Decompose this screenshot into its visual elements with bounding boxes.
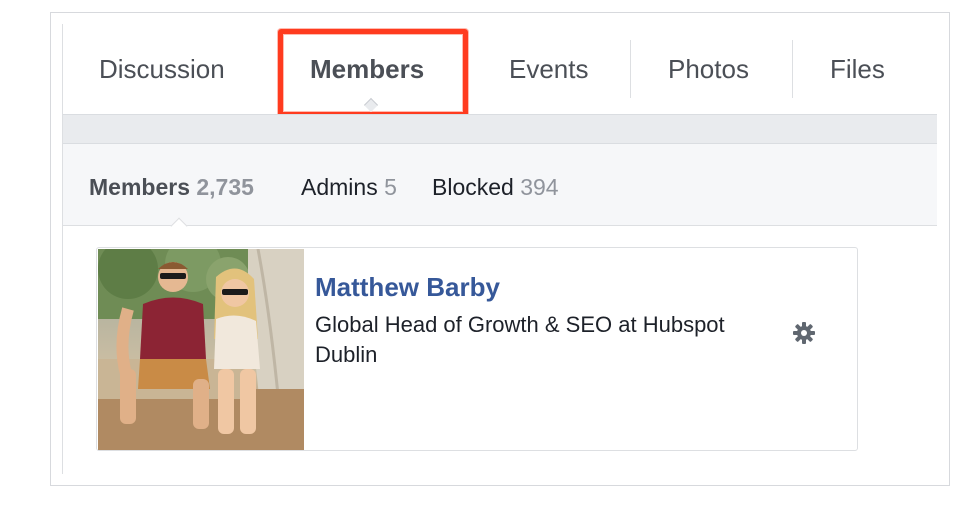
member-photo[interactable] [98, 249, 304, 450]
tab-divider [792, 40, 793, 98]
tab-divider [630, 40, 631, 98]
subnav-admins-label: Admins [301, 174, 378, 200]
member-card: Matthew Barby Global Head of Growth & SE… [96, 247, 858, 451]
gear-icon[interactable] [791, 320, 817, 346]
tab-files[interactable]: Files [830, 24, 885, 114]
tab-bar-separator [63, 114, 937, 144]
tab-events[interactable]: Events [509, 24, 589, 114]
subnav-blocked[interactable]: Blocked 394 [432, 174, 559, 201]
tab-photos[interactable]: Photos [668, 24, 749, 114]
subnav-members-count: 2,735 [196, 174, 254, 200]
member-title: Global Head of Growth & SEO at Hubspot [315, 312, 725, 337]
subnav-blocked-count: 394 [520, 174, 559, 200]
subnav-admins-count: 5 [384, 174, 397, 200]
tab-discussion[interactable]: Discussion [99, 24, 225, 114]
subnav-blocked-label: Blocked [432, 174, 514, 200]
subnav-members-label: Members [89, 174, 190, 200]
members-subnav: Members 2,735 Admins 5 Blocked 394 [63, 144, 937, 235]
member-location: Dublin [315, 342, 378, 367]
group-tab-bar: Discussion Members Events Photos Files [63, 24, 937, 114]
subnav-members[interactable]: Members 2,735 [89, 174, 254, 201]
member-name-link[interactable]: Matthew Barby [315, 272, 500, 303]
subnav-admins[interactable]: Admins 5 [301, 174, 397, 201]
